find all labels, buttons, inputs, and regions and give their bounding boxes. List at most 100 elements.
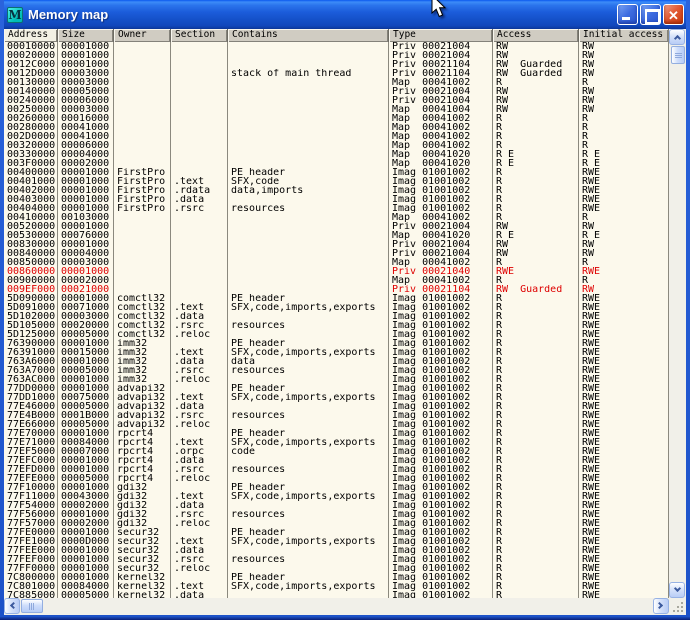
column-header-contains[interactable]: Contains	[228, 29, 389, 42]
memory-row[interactable]: 77FF000000001000secur32.relocImag 010010…	[4, 564, 669, 573]
memory-row[interactable]: 0040300000001000FirstPro.dataImag 010010…	[4, 195, 669, 204]
cell-owner: comctl32	[114, 321, 171, 330]
memory-row[interactable]: 0026000000016000Map 00041002RR	[4, 114, 669, 123]
column-header-access[interactable]: Access	[493, 29, 579, 42]
memory-row[interactable]: 0014000000005000Priv 00021004RWRW	[4, 87, 669, 96]
memory-row[interactable]: 0032000000006000Map 00041002RR	[4, 141, 669, 150]
vertical-scrollbar[interactable]	[669, 29, 686, 598]
vertical-scroll-thumb[interactable]	[671, 46, 685, 64]
cell-access: R	[493, 456, 579, 465]
memory-row[interactable]: 77EFC00000001000rpcrt4.dataImag 01001002…	[4, 456, 669, 465]
memory-row[interactable]: 002D000000041000Map 00041002RR	[4, 132, 669, 141]
memory-row[interactable]: 003F000000002000Map 00041020R ER E	[4, 159, 669, 168]
memory-row[interactable]: 0033000000004000Map 00041020R ER E	[4, 150, 669, 159]
memory-row[interactable]: 77F5600000001000gdi32.rsrcresourcesImag …	[4, 510, 669, 519]
column-header-initial-access[interactable]: Initial access	[579, 29, 669, 42]
memory-row[interactable]: 5D09000000001000comctl32PE headerImag 01…	[4, 294, 669, 303]
memory-row[interactable]: 0086000000001000Priv 00021040RWERWE	[4, 267, 669, 276]
cell-contains	[228, 285, 389, 294]
cell-type: Map 00041002	[389, 213, 493, 222]
memory-row[interactable]: 009EF00000021000Priv 00021104RW GuardedR…	[4, 285, 669, 294]
memory-row[interactable]: 77EFD00000001000rpcrt4.rsrcresourcesImag…	[4, 465, 669, 474]
cell-initial-access: RWE	[579, 186, 669, 195]
titlebar[interactable]: M Memory map	[4, 0, 686, 29]
memory-row[interactable]: 7C80100000084000kernel32.textSFX,code,im…	[4, 582, 669, 591]
scroll-left-button[interactable]	[4, 598, 20, 614]
memory-row[interactable]: 77F1000000001000gdi32PE headerImag 01001…	[4, 483, 669, 492]
memory-row[interactable]: 763AC00000001000imm32.relocImag 01001002…	[4, 375, 669, 384]
horizontal-scrollbar[interactable]	[4, 598, 669, 615]
memory-row[interactable]: 0040200000001000FirstPro.rdatadata,impor…	[4, 186, 669, 195]
memory-row[interactable]: 77FEE00000001000secur32.dataImag 0100100…	[4, 546, 669, 555]
memory-row[interactable]: 77DD100000075000advapi32.textSFX,code,im…	[4, 393, 669, 402]
app-icon[interactable]: M	[7, 7, 23, 23]
memory-row[interactable]: 0025000000003000Map 00041004RWRW	[4, 105, 669, 114]
cell-contains	[228, 564, 389, 573]
scroll-right-button[interactable]	[653, 598, 669, 614]
memory-row[interactable]: 0002000000001000Priv 00021004RWRW	[4, 51, 669, 60]
memory-row[interactable]: 77E6600000005000advapi32.relocImag 01001…	[4, 420, 669, 429]
cell-section	[171, 69, 228, 78]
memory-row[interactable]: 0085000000003000Map 00041002RR	[4, 258, 669, 267]
cell-type: Imag 01001002	[389, 312, 493, 321]
memory-row[interactable]: 77E4600000005000advapi32.dataImag 010010…	[4, 402, 669, 411]
memory-row[interactable]: 0001000000001000Priv 00021004RWRW	[4, 42, 669, 51]
memory-row[interactable]: 0052000000001000Priv 00021004RWRW	[4, 222, 669, 231]
cell-initial-access: RWE	[579, 492, 669, 501]
close-button[interactable]	[663, 4, 684, 25]
memory-row[interactable]: 5D12500000005000comctl32.relocImag 01001…	[4, 330, 669, 339]
column-header-section[interactable]: Section	[171, 29, 228, 42]
cell-owner	[114, 87, 171, 96]
memory-row[interactable]: 5D09100000071000comctl32.textSFX,code,im…	[4, 303, 669, 312]
cell-owner	[114, 159, 171, 168]
memory-row[interactable]: 0041000000103000Map 00041002RR	[4, 213, 669, 222]
memory-row[interactable]: 77E7000000001000rpcrt4PE headerImag 0100…	[4, 429, 669, 438]
vertical-scroll-track[interactable]	[669, 64, 686, 582]
memory-row[interactable]: 77FE10000000D000secur32.textSFX,code,imp…	[4, 537, 669, 546]
memory-row[interactable]: 0040000000001000FirstProPE headerImag 01…	[4, 168, 669, 177]
column-header-size[interactable]: Size	[58, 29, 114, 42]
memory-row[interactable]: 77F5400000002000gdi32.dataImag 01001002R…	[4, 501, 669, 510]
memory-row[interactable]: 0090000000002000Map 00041002RR	[4, 276, 669, 285]
memory-row[interactable]: 7639000000001000imm32PE headerImag 01001…	[4, 339, 669, 348]
memory-row[interactable]: 77F1100000043000gdi32.textSFX,code,impor…	[4, 492, 669, 501]
scroll-down-button[interactable]	[669, 582, 685, 598]
memory-row[interactable]: 763A700000005000imm32.rsrcresourcesImag …	[4, 366, 669, 375]
column-header-address[interactable]: Address	[4, 29, 58, 42]
memory-row[interactable]: 5D10500000020000comctl32.rsrcresourcesIm…	[4, 321, 669, 330]
memory-row[interactable]: 0084000000004000Priv 00021004RWRW	[4, 249, 669, 258]
memory-row[interactable]: 77FEF00000001000secur32.rsrcresourcesIma…	[4, 555, 669, 564]
memory-row[interactable]: 77E7100000084000rpcrt4.textSFX,code,impo…	[4, 438, 669, 447]
memory-row[interactable]: 0040100000001000FirstPro.textSFX,codeIma…	[4, 177, 669, 186]
memory-row[interactable]: 77F5700000002000gdi32.relocImag 01001002…	[4, 519, 669, 528]
column-header-owner[interactable]: Owner	[114, 29, 171, 42]
cell-address: 00860000	[4, 267, 58, 276]
memory-row[interactable]: 77EFE00000005000rpcrt4.relocImag 0100100…	[4, 474, 669, 483]
memory-row[interactable]: 0013000000003000Map 00041002RR	[4, 78, 669, 87]
horizontal-scroll-track[interactable]	[43, 598, 653, 615]
memory-row[interactable]: 77EF500000007000rpcrt4.orpccodeImag 0100…	[4, 447, 669, 456]
column-header-type[interactable]: Type	[389, 29, 493, 42]
memory-row[interactable]: 7C80000000001000kernel32PE headerImag 01…	[4, 573, 669, 582]
memory-row[interactable]: 763A600000001000imm32.datadataImag 01001…	[4, 357, 669, 366]
memory-row[interactable]: 0053000000076000Map 00041020R ER E	[4, 231, 669, 240]
memory-row[interactable]: 0024000000006000Priv 00021004RWRW	[4, 96, 669, 105]
minimize-button[interactable]	[617, 4, 638, 25]
cell-size: 00001000	[58, 222, 114, 231]
memory-row[interactable]: 5D10200000003000comctl32.dataImag 010010…	[4, 312, 669, 321]
scroll-up-button[interactable]	[669, 29, 685, 45]
memory-row[interactable]: 0012C00000001000Priv 00021104RW GuardedR…	[4, 60, 669, 69]
memory-row[interactable]: 0012D00000003000stack of main threadPriv…	[4, 69, 669, 78]
memory-row[interactable]: 0040400000001000FirstPro.rsrcresourcesIm…	[4, 204, 669, 213]
memory-row[interactable]: 0028000000041000Map 00041002RR	[4, 123, 669, 132]
memory-row[interactable]: 7C88500000005000kernel32.dataImag 010010…	[4, 591, 669, 598]
maximize-button[interactable]	[640, 4, 661, 25]
memory-row[interactable]: 77FE000000001000secur32PE headerImag 010…	[4, 528, 669, 537]
memory-row[interactable]: 77E4B0000001B000advapi32.rsrcresourcesIm…	[4, 411, 669, 420]
memory-row[interactable]: 77DD000000001000advapi32PE headerImag 01…	[4, 384, 669, 393]
cell-size: 00001000	[58, 267, 114, 276]
memory-row[interactable]: 0083000000001000Priv 00021004RWRW	[4, 240, 669, 249]
resize-grip[interactable]	[669, 598, 686, 615]
memory-row[interactable]: 7639100000015000imm32.textSFX,code,impor…	[4, 348, 669, 357]
horizontal-scroll-thumb[interactable]	[21, 599, 43, 613]
